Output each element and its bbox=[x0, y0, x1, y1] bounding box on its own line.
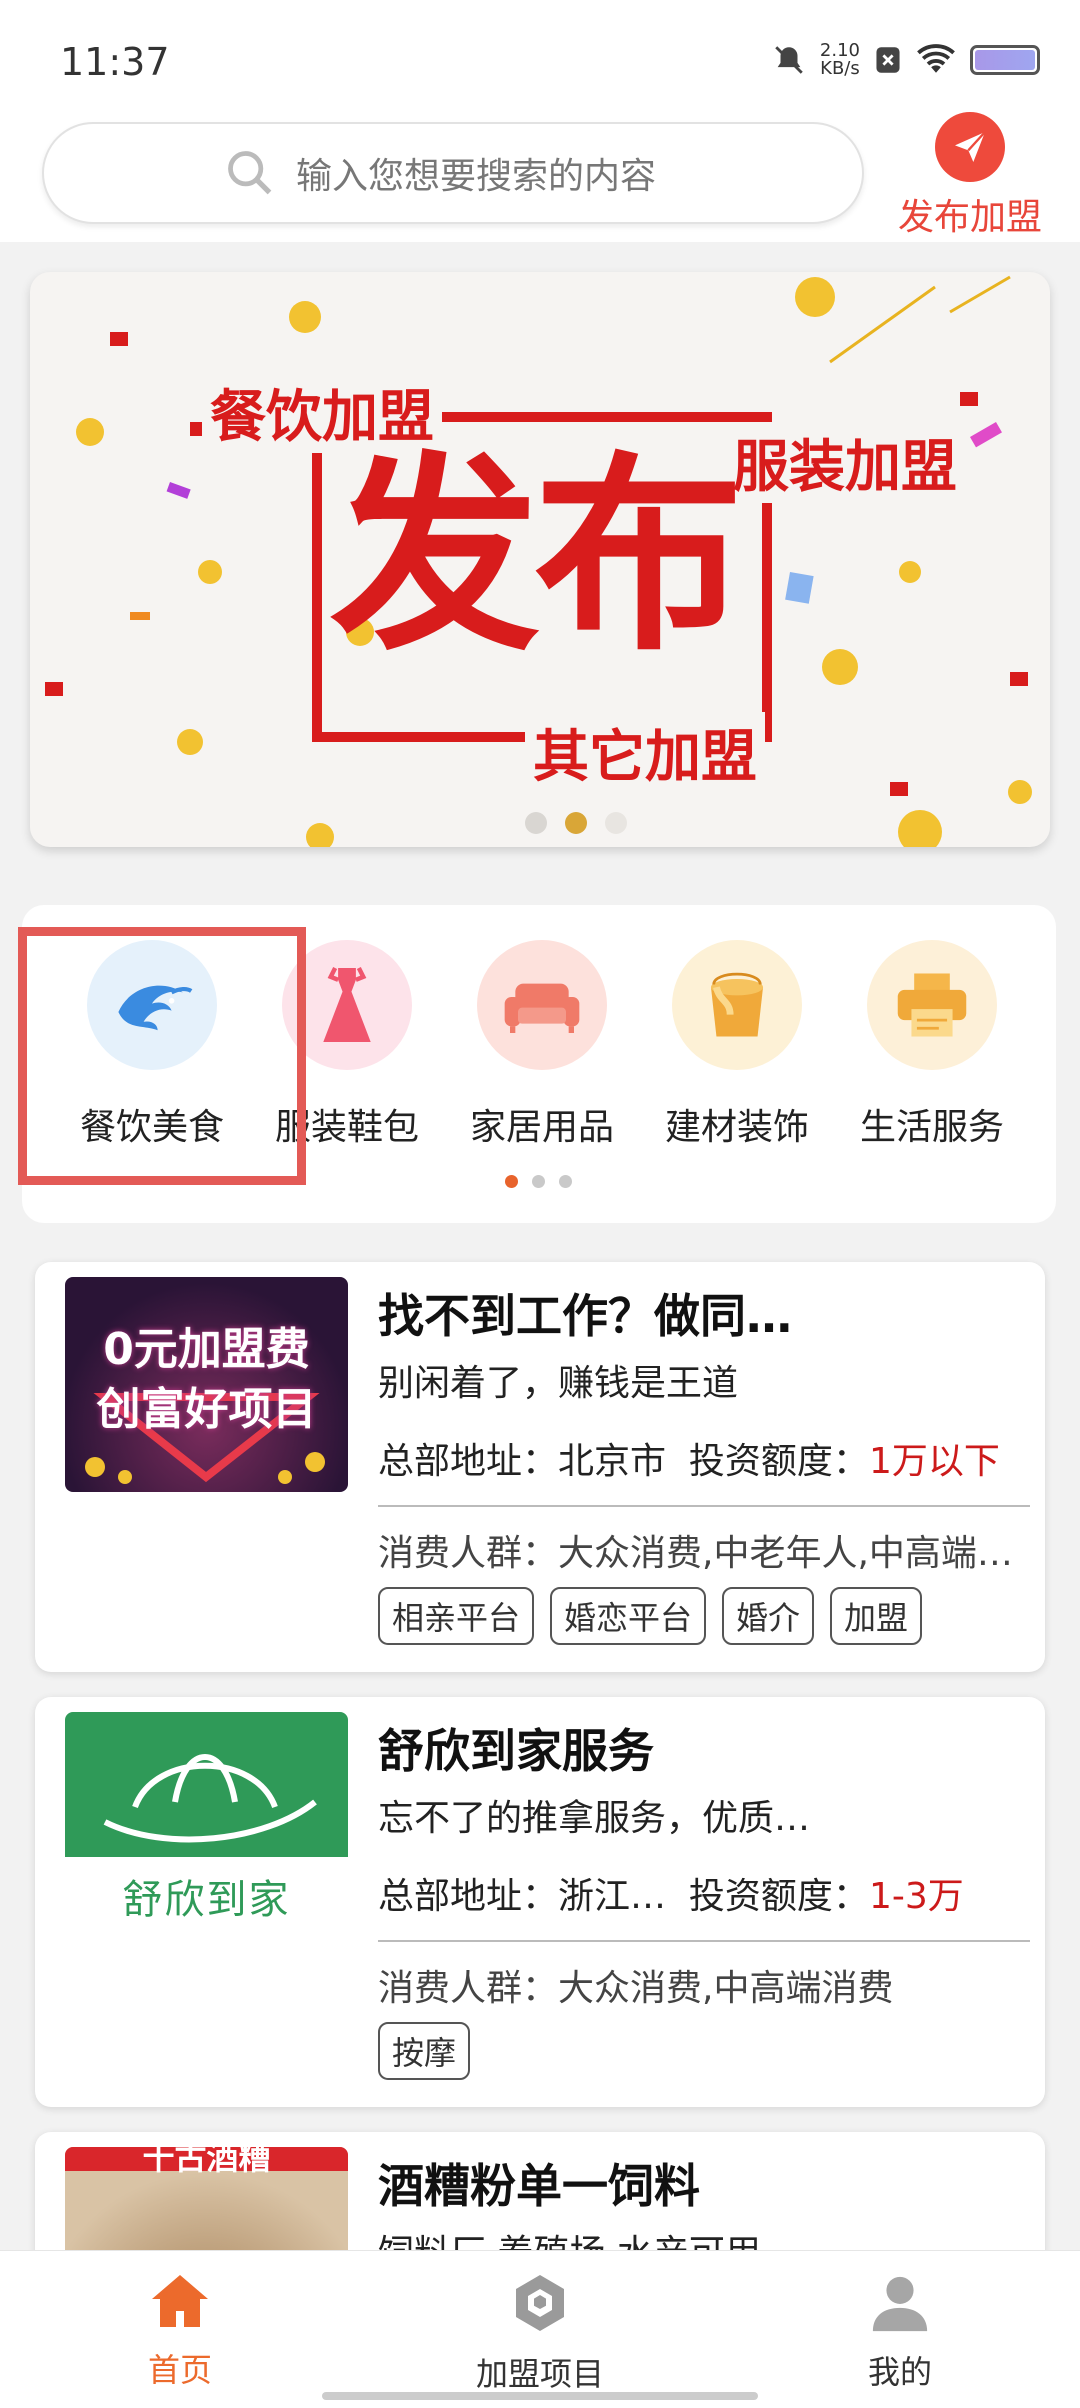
battery-icon bbox=[970, 45, 1040, 75]
project-description: 别闲着了，赚钱是王道 bbox=[378, 1363, 739, 1404]
banner-dots bbox=[525, 812, 627, 834]
project-title: 酒糟粉单一饲料 bbox=[378, 2159, 700, 2213]
tag[interactable]: 加盟 bbox=[830, 1587, 923, 1645]
tag[interactable]: 按摩 bbox=[378, 2022, 471, 2080]
mute-bell-icon bbox=[775, 46, 803, 74]
group-label: 消费人群： bbox=[378, 1968, 559, 2009]
address-value: 北京市 bbox=[558, 1441, 667, 1482]
search-input[interactable]: 输入您想要搜索的内容 bbox=[296, 147, 656, 199]
sim-off-icon bbox=[876, 47, 900, 73]
publish-button[interactable]: 发布加盟 bbox=[870, 112, 1070, 242]
tag-list: 按摩 bbox=[378, 2022, 471, 2080]
nav-label: 首页 bbox=[147, 2351, 212, 2389]
network-speed: 2.10 KB/s bbox=[820, 42, 860, 78]
project-title: 舒欣到家服务 bbox=[378, 1724, 654, 1778]
banner-line2: 服装加盟 bbox=[725, 422, 965, 503]
send-icon bbox=[935, 112, 1005, 182]
project-card[interactable]: 舒欣到家 舒欣到家服务 忘不了的推拿服务，优质… 总部地址：浙江… 投资额度：1… bbox=[35, 1697, 1045, 2107]
project-description: 忘不了的推拿服务，优质… bbox=[378, 1798, 811, 1839]
address-value: 浙江… bbox=[558, 1876, 667, 1917]
invest-value: 1-3万 bbox=[868, 1876, 964, 1917]
group-value: 大众消费,中高端消费 bbox=[558, 1968, 894, 2009]
project-card[interactable]: 0元加盟费 创富好项目 找不到工作？做同… 别闲着了，赚钱是王道 总部地址：北京… bbox=[35, 1262, 1045, 1672]
thumb-line1: 0元加盟费 bbox=[103, 1324, 310, 1375]
nav-mine[interactable]: 我的 bbox=[800, 2271, 1000, 2393]
paint-bucket-icon bbox=[672, 940, 802, 1070]
thumb-text: 舒欣到家 bbox=[122, 1877, 291, 1923]
project-title: 找不到工作？做同… bbox=[378, 1289, 792, 1343]
user-icon bbox=[872, 2276, 928, 2332]
status-icons: 2.10 KB/s bbox=[772, 42, 1040, 78]
lotus-logo bbox=[103, 1754, 317, 1843]
sofa-icon bbox=[477, 940, 607, 1070]
banner-line3: 其它加盟 bbox=[525, 712, 765, 793]
category-services[interactable]: 生活服务 bbox=[837, 940, 1027, 1150]
project-thumbnail: 0元加盟费 创富好项目 bbox=[65, 1277, 348, 1492]
project-info: 总部地址：浙江… 投资额度：1-3万 bbox=[378, 1867, 964, 1919]
tag[interactable]: 相亲平台 bbox=[378, 1587, 535, 1645]
nav-home[interactable]: 首页 bbox=[80, 2271, 280, 2391]
status-time: 11:37 bbox=[60, 40, 170, 84]
tag[interactable]: 婚恋平台 bbox=[550, 1587, 707, 1645]
invest-value: 1万以下 bbox=[868, 1441, 1000, 1482]
group-value: 大众消费,中老年人,中高端… bbox=[558, 1533, 1013, 1574]
banner-carousel[interactable]: 餐饮加盟 服装加盟 发布 其它加盟 bbox=[30, 272, 1050, 847]
category-label: 生活服务 bbox=[859, 1107, 1004, 1148]
tag[interactable]: 婚介 bbox=[722, 1587, 815, 1645]
project-thumbnail: 舒欣到家 bbox=[65, 1712, 348, 1927]
search-icon bbox=[228, 151, 272, 195]
invest-label: 投资额度： bbox=[688, 1441, 869, 1482]
printer-icon bbox=[867, 940, 997, 1070]
thumb-text: 十古酒糟 bbox=[142, 2147, 271, 2177]
nav-label: 加盟项目 bbox=[475, 2355, 604, 2393]
category-building[interactable]: 建材装饰 bbox=[642, 940, 832, 1150]
search-bar[interactable]: 输入您想要搜索的内容 bbox=[42, 122, 864, 224]
speed-unit: KB/s bbox=[820, 58, 860, 79]
group-label: 消费人群： bbox=[378, 1533, 559, 1574]
category-home[interactable]: 家居用品 bbox=[447, 940, 637, 1150]
home-indicator bbox=[322, 2392, 758, 2400]
nav-projects[interactable]: 加盟项目 bbox=[440, 2271, 640, 2395]
wifi-icon bbox=[917, 44, 955, 73]
address-label: 总部地址： bbox=[378, 1441, 559, 1482]
project-info: 总部地址：北京市 投资额度：1万以下 bbox=[378, 1432, 1000, 1484]
publish-label: 发布加盟 bbox=[897, 197, 1042, 238]
thumb-line2: 创富好项目 bbox=[96, 1384, 317, 1435]
bottom-nav: 首页 加盟项目 我的 bbox=[0, 2250, 1080, 2408]
category-label: 建材装饰 bbox=[664, 1107, 809, 1148]
divider bbox=[378, 1505, 1030, 1507]
tag-list: 相亲平台 婚恋平台 婚介 加盟 bbox=[378, 1587, 923, 1645]
address-label: 总部地址： bbox=[378, 1876, 559, 1917]
category-label: 家居用品 bbox=[469, 1107, 614, 1148]
home-icon bbox=[152, 2275, 208, 2327]
nav-label: 我的 bbox=[867, 2353, 932, 2391]
invest-label: 投资额度： bbox=[688, 1876, 869, 1917]
divider bbox=[378, 1940, 1030, 1942]
consumer-group: 消费人群：大众消费,中高端消费 bbox=[378, 1959, 893, 2011]
banner-main: 发布 bbox=[330, 434, 744, 679]
category-pager bbox=[505, 1175, 572, 1188]
highlight-box bbox=[18, 927, 306, 1185]
hexagon-icon bbox=[516, 2275, 564, 2331]
consumer-group: 消费人群：大众消费,中老年人,中高端… bbox=[378, 1524, 1013, 1576]
